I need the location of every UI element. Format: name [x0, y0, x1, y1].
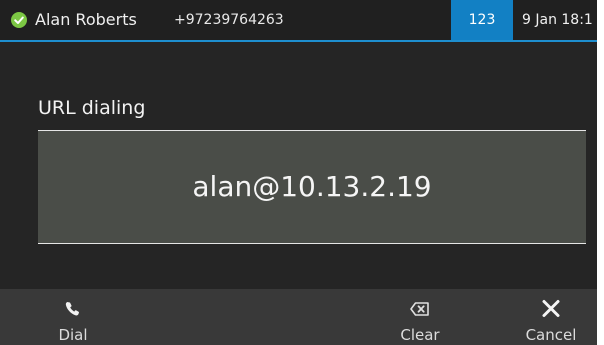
dial-button[interactable]: Dial: [33, 289, 113, 345]
phone-handset-icon: [62, 299, 84, 319]
phone-number: +97239764263: [174, 12, 284, 28]
backspace-icon: [409, 299, 431, 319]
softkey-bar: Dial Clear Cancel: [0, 289, 597, 345]
phone-screen: Alan Roberts +97239764263 123 9 Jan 18:1…: [0, 0, 597, 345]
cancel-button[interactable]: Cancel: [511, 289, 591, 345]
date-time: 9 Jan 18:1: [522, 12, 593, 28]
extension-badge: 123: [451, 0, 513, 40]
presence-available-icon: [11, 12, 27, 28]
status-bar: Alan Roberts +97239764263 123 9 Jan 18:1: [0, 0, 597, 42]
url-input[interactable]: alan@10.13.2.19: [38, 130, 586, 244]
close-icon: [540, 299, 562, 319]
clear-label: Clear: [400, 326, 440, 344]
cancel-label: Cancel: [525, 326, 577, 344]
page-title: URL dialing: [38, 97, 146, 119]
clear-button[interactable]: Clear: [380, 289, 460, 345]
user-name: Alan Roberts: [35, 10, 137, 29]
dial-label: Dial: [58, 326, 88, 344]
